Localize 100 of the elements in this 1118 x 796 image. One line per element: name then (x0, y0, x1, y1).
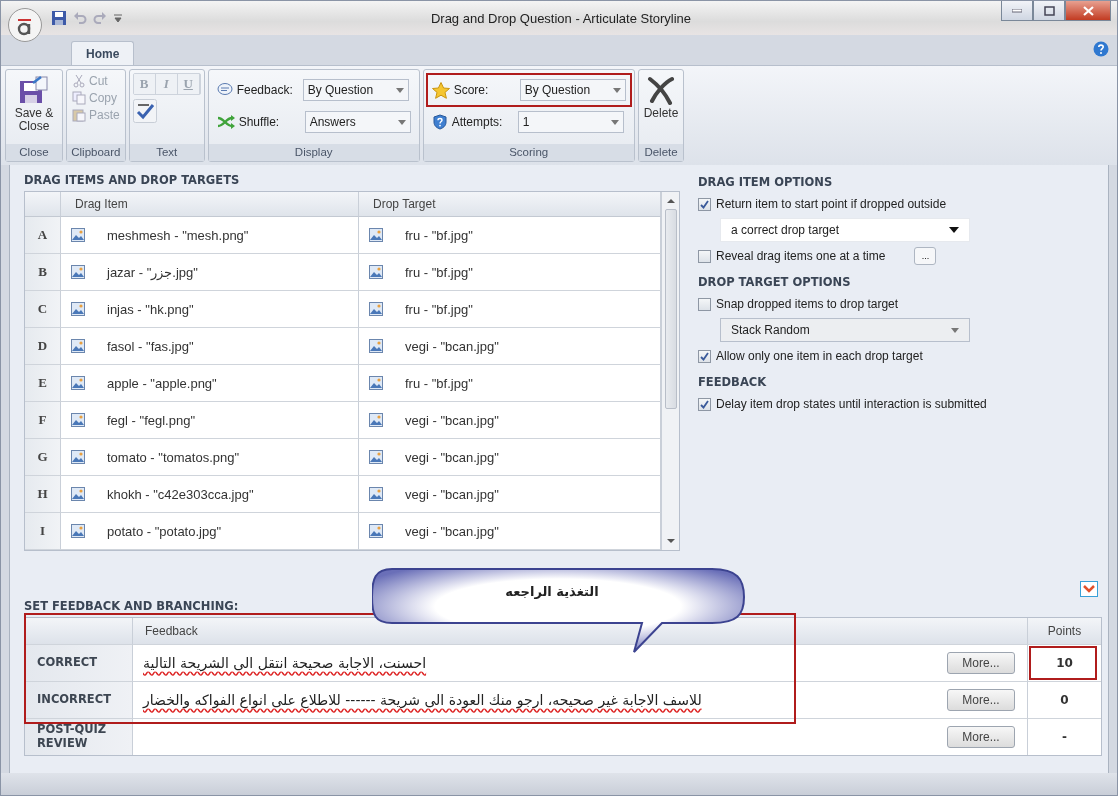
more-button[interactable]: More... (947, 726, 1015, 748)
maximize-button[interactable] (1033, 1, 1065, 21)
image-icon (369, 265, 383, 279)
table-cell[interactable]: tomato - "tomatos.png" (61, 439, 359, 476)
more-options-button[interactable]: ... (914, 247, 937, 265)
drag-item-name: potato - "potato.jpg" (107, 523, 222, 539)
image-icon (71, 524, 85, 538)
scrollbar[interactable] (661, 192, 679, 550)
table-cell[interactable]: potato - "potato.jpg" (61, 513, 359, 550)
row-key: B (25, 254, 61, 291)
column-header (25, 192, 61, 217)
maximize-icon (1043, 5, 1055, 16)
checkbox-label: Snap dropped items to drop target (716, 297, 899, 311)
caret-icon (949, 227, 959, 233)
row-key: A (25, 217, 61, 254)
help-shield-icon (431, 114, 448, 130)
row-label: POST-QUIZ REVIEW (25, 718, 133, 755)
group-label: Text (129, 144, 204, 161)
spellcheck-icon[interactable] (132, 99, 157, 123)
table-cell[interactable]: fasol - "fas.jpg" (61, 328, 359, 365)
table-cell[interactable]: meshmesh - "mesh.png" (61, 217, 359, 254)
points-cell[interactable]: - (1028, 718, 1101, 755)
checkbox[interactable] (698, 397, 711, 411)
close-button[interactable] (1065, 1, 1111, 21)
save-close-button[interactable]: Save & Close (9, 73, 59, 141)
star-icon (431, 81, 450, 99)
help-icon[interactable] (1093, 41, 1109, 57)
drop-target-name: fru - "bf.jpg" (405, 301, 473, 317)
feedback-cell[interactable]: More... (133, 718, 1028, 755)
image-icon (369, 524, 383, 538)
more-button[interactable]: More... (947, 689, 1015, 711)
speech-bubble-icon (216, 82, 233, 98)
table-cell[interactable]: khokh - "c42e303cca.jpg" (61, 476, 359, 513)
scroll-down-icon[interactable] (666, 537, 675, 545)
scissors-icon (72, 74, 86, 88)
table-cell[interactable]: injas - "hk.png" (61, 291, 359, 328)
drop-target-name: vegi - "bcan.jpg" (405, 338, 499, 354)
delete-button[interactable]: Delete (641, 73, 681, 141)
points-cell[interactable]: 0 (1028, 681, 1101, 718)
callout-text: التغذية الراجعه (504, 584, 600, 599)
group-label: Close (6, 144, 62, 161)
group-label: Display (208, 144, 419, 161)
row-key: D (25, 328, 61, 365)
table-cell[interactable]: fru - "bf.jpg" (359, 217, 661, 254)
drag-item-name: khokh - "c42e303cca.jpg" (107, 486, 254, 502)
caret-icon (612, 87, 621, 93)
points-cell[interactable]: 10 (1028, 644, 1101, 681)
save-icon[interactable] (51, 10, 67, 26)
drag-item-name: injas - "hk.png" (107, 301, 194, 317)
table-cell[interactable]: fru - "bf.jpg" (359, 254, 661, 291)
scroll-up-icon[interactable] (666, 197, 675, 205)
minimize-button[interactable] (1001, 1, 1033, 21)
feedback-text: للاسف الاجابة غير صحيحه، ارجو منك العودة الى شريحة ------ للاطلاع على انواع الفواكه والخضار (143, 692, 702, 708)
table-cell[interactable]: fegl - "fegl.png" (61, 402, 359, 439)
close-icon (1082, 5, 1094, 16)
dropdown[interactable]: By Question (302, 79, 409, 101)
table-cell[interactable]: vegi - "bcan.jpg" (359, 513, 661, 550)
row-key: G (25, 439, 61, 476)
drop-target-name: fru - "bf.jpg" (405, 227, 473, 243)
more-button[interactable]: More... (947, 652, 1015, 674)
table-cell[interactable]: vegi - "bcan.jpg" (359, 476, 661, 513)
dropdown[interactable]: Answers (304, 111, 411, 133)
image-icon (71, 413, 85, 427)
dropdown[interactable]: a correct drop target (720, 218, 970, 242)
drag-item-name: tomato - "tomatos.png" (107, 449, 240, 465)
image-icon (71, 228, 85, 242)
row-key: E (25, 365, 61, 402)
drag-item-name: meshmesh - "mesh.png" (107, 227, 249, 243)
feedback-text: احسنت، الاجابة صحيحة انتقل الى الشريحة التالية (143, 655, 427, 671)
drop-target-name: vegi - "bcan.jpg" (405, 449, 499, 465)
table-cell[interactable]: fru - "bf.jpg" (359, 291, 661, 328)
minimize-icon (1012, 8, 1022, 13)
caret-icon (951, 327, 959, 333)
caret-icon (397, 119, 406, 125)
checkbox-label: Delay item drop states until interaction is submitted (716, 397, 987, 411)
table-cell[interactable]: fru - "bf.jpg" (359, 365, 661, 402)
drop-target-name: vegi - "bcan.jpg" (405, 412, 499, 428)
column-header: Drop Target (359, 192, 661, 217)
checkbox-label: Reveal drag items one at a time (716, 249, 886, 263)
checkbox[interactable] (698, 297, 711, 311)
section-title: DROP TARGET OPTIONS (698, 275, 852, 289)
checkbox[interactable] (698, 249, 711, 263)
checkbox[interactable] (698, 197, 711, 211)
table-cell[interactable]: vegi - "bcan.jpg" (359, 328, 661, 365)
drag-item-name: fegl - "fegl.png" (107, 412, 195, 428)
shuffle-icon (216, 115, 235, 129)
customize-icon[interactable] (113, 13, 123, 23)
image-icon (71, 376, 85, 390)
checkbox[interactable] (698, 349, 711, 363)
ribbon-tab[interactable]: Home (71, 41, 135, 65)
collapse-icon[interactable] (1080, 581, 1098, 597)
drag-item-name: fasol - "fas.jpg" (107, 338, 194, 354)
table-cell[interactable]: vegi - "bcan.jpg" (359, 402, 661, 439)
table-cell[interactable]: vegi - "bcan.jpg" (359, 439, 661, 476)
paste-icon (72, 108, 86, 122)
logo-icon[interactable] (7, 7, 43, 43)
table-cell[interactable]: apple - "apple.png" (61, 365, 359, 402)
table-cell[interactable]: jazar - "جزر.jpg" (61, 254, 359, 291)
dropdown[interactable]: By Question (519, 79, 626, 101)
dropdown[interactable]: 1 (517, 111, 624, 133)
